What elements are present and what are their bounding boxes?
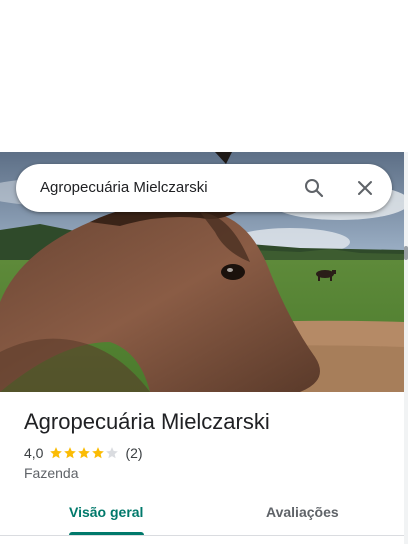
rating-row[interactable]: 4,0 (2) — [24, 444, 143, 462]
close-icon[interactable] — [353, 176, 377, 200]
tab-divider — [0, 535, 404, 536]
star-filled-icon — [78, 447, 91, 459]
review-count[interactable]: (2) — [125, 445, 142, 461]
star-rating — [49, 446, 119, 460]
star-filled-icon — [92, 447, 105, 459]
scrollbar-track[interactable] — [404, 152, 408, 544]
search-box[interactable]: Agropecuária Mielczarski — [16, 164, 392, 212]
star-filled-icon — [50, 447, 63, 459]
star-filled-icon — [64, 447, 77, 459]
star-empty-icon — [106, 447, 119, 459]
search-input[interactable]: Agropecuária Mielczarski — [40, 164, 208, 212]
rating-value: 4,0 — [24, 445, 44, 461]
tab-overview[interactable]: Visão geral — [69, 504, 143, 520]
place-category[interactable]: Fazenda — [24, 465, 78, 481]
blank-area — [0, 0, 408, 152]
search-icon[interactable] — [302, 176, 326, 200]
place-title: Agropecuária Mielczarski — [24, 409, 270, 434]
scrollbar-thumb[interactable] — [404, 246, 408, 260]
tab-reviews[interactable]: Avaliações — [266, 504, 339, 520]
